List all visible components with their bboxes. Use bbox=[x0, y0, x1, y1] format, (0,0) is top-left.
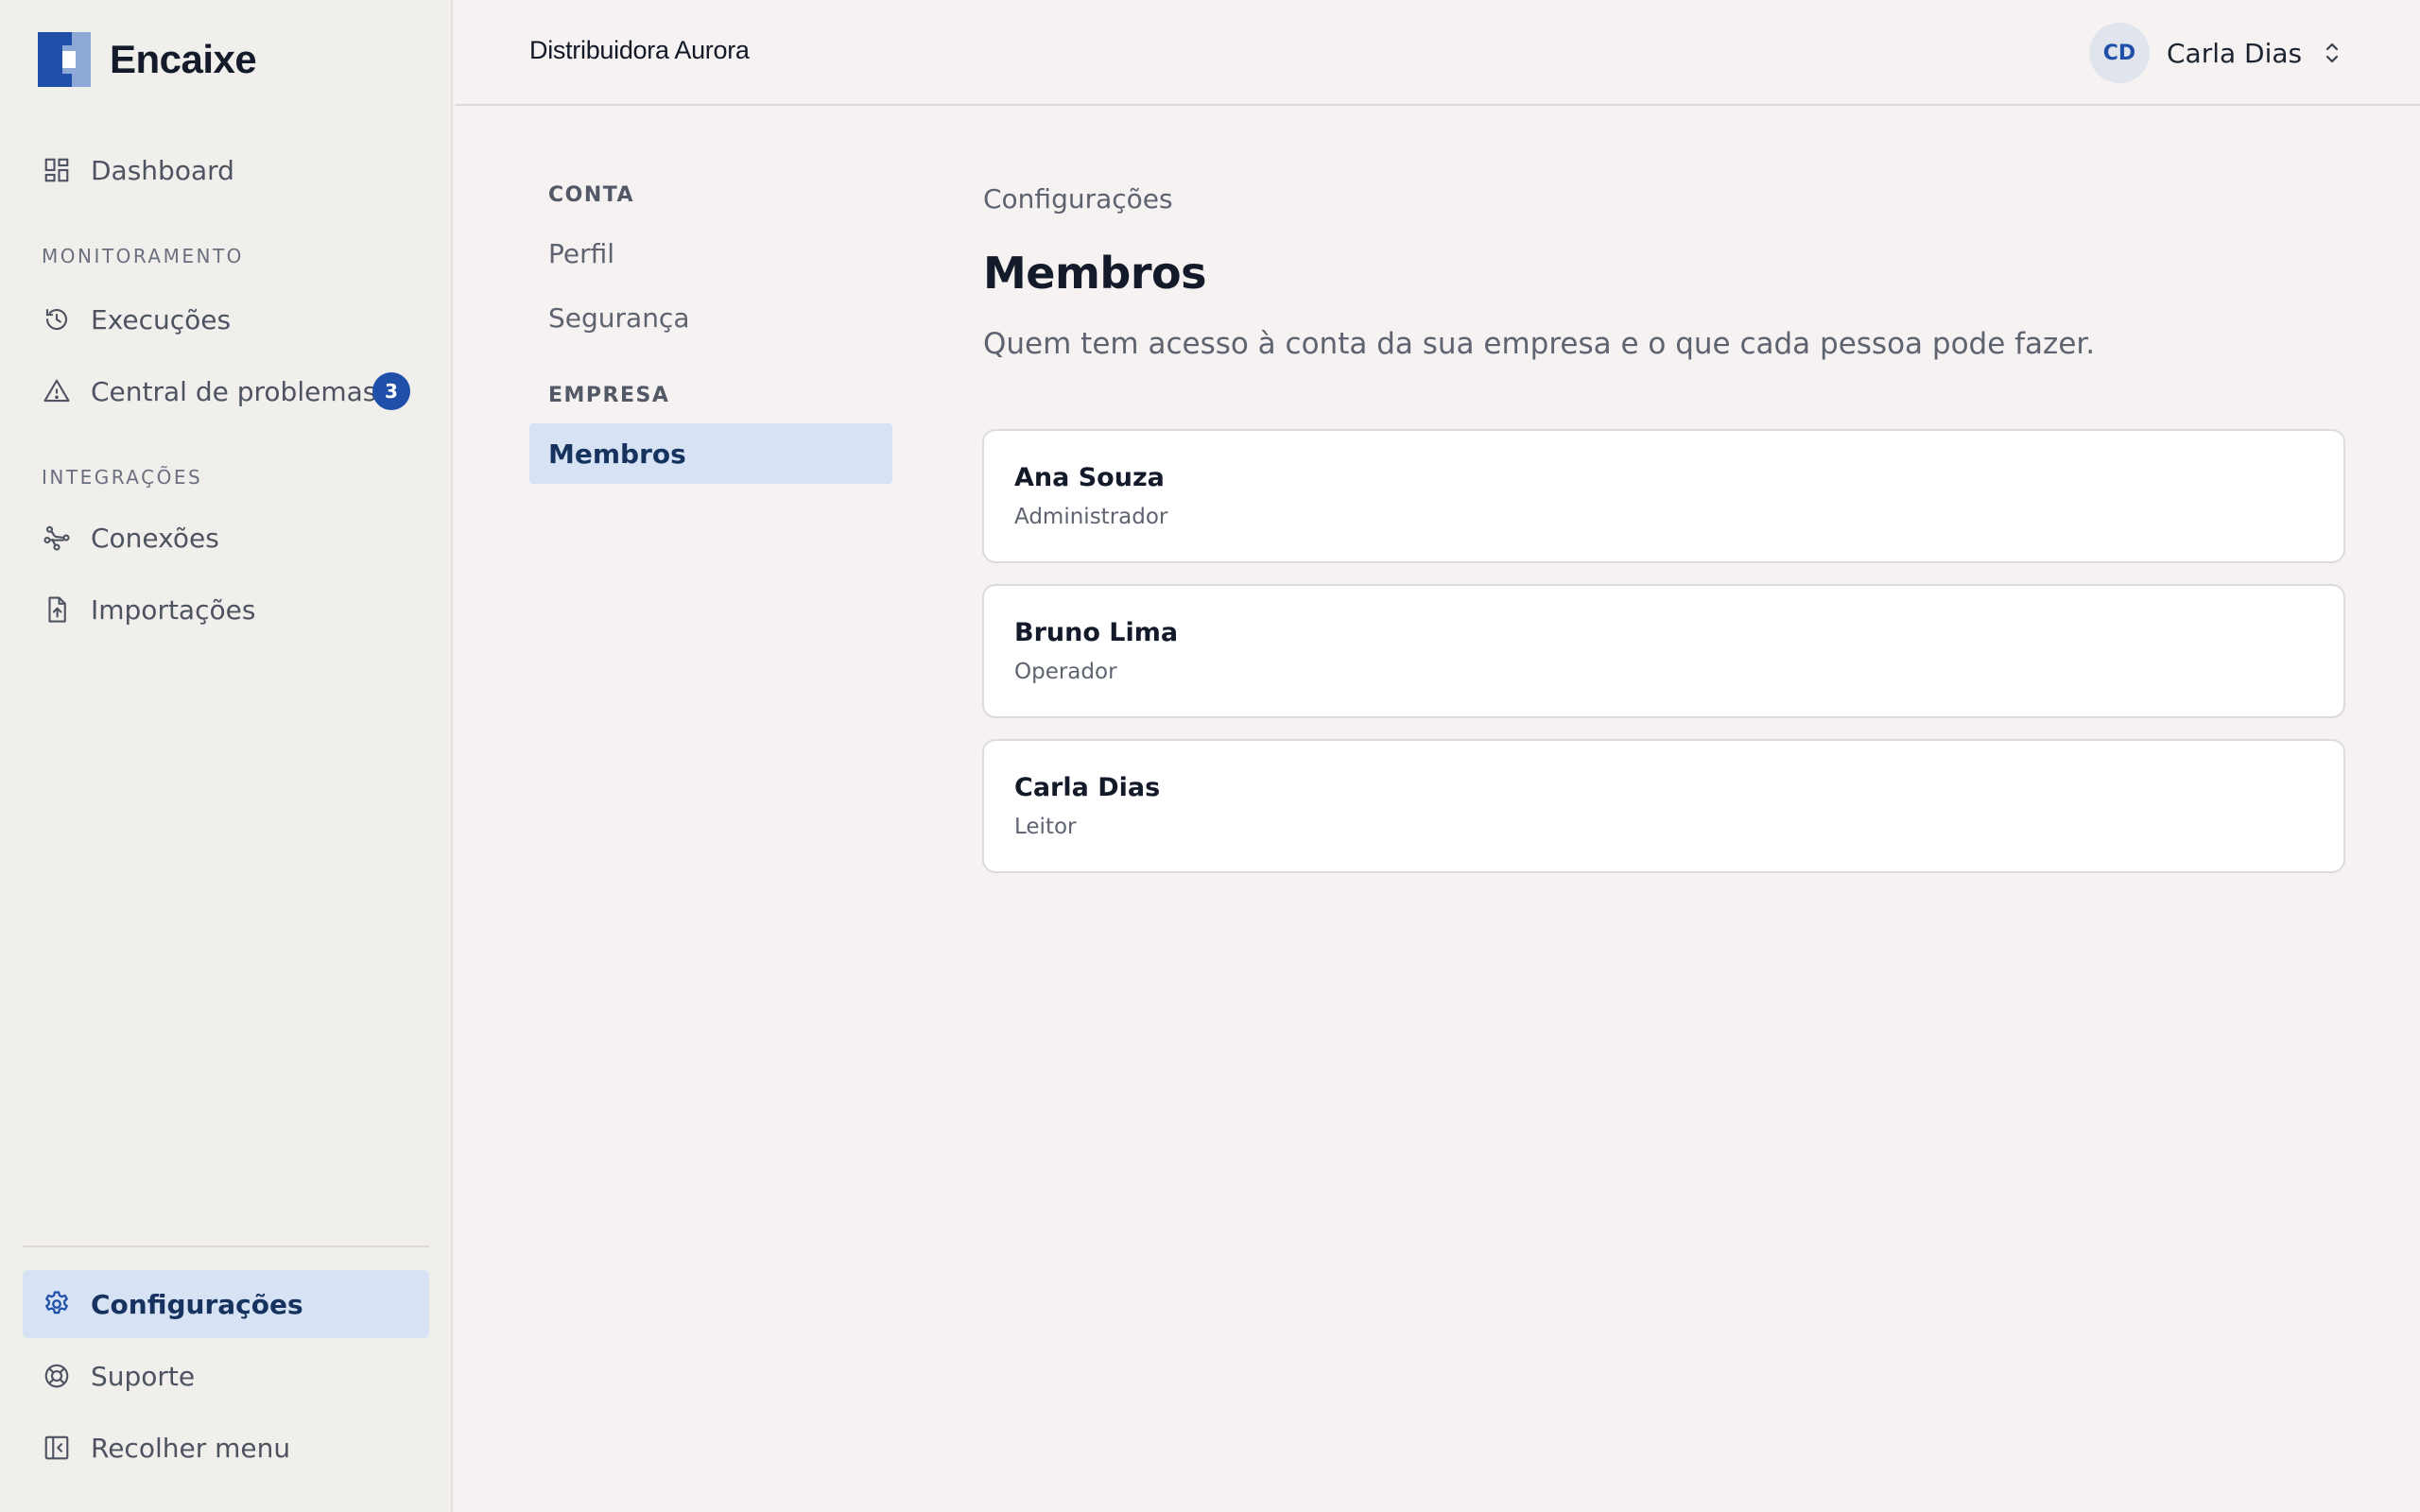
sidebar-divider bbox=[23, 1246, 429, 1247]
user-menu-button[interactable]: CD Carla Dias bbox=[2089, 23, 2343, 83]
sidebar-item-conexoes[interactable]: Conexões bbox=[23, 504, 429, 572]
settings-section-title: EMPRESA bbox=[548, 384, 670, 407]
avatar: CD bbox=[2089, 23, 2150, 83]
member-card[interactable]: Bruno Lima Operador bbox=[982, 584, 2345, 718]
dashboard-icon bbox=[42, 155, 72, 185]
sidebar-item-label: Configurações bbox=[91, 1288, 303, 1320]
sidebar-item-central-de-problemas[interactable]: Central de problemas 3 bbox=[23, 357, 429, 425]
brand-name: Encaixe bbox=[110, 37, 257, 81]
settings-item-seguranca[interactable]: Segurança bbox=[529, 287, 892, 348]
brand[interactable]: Encaixe bbox=[38, 32, 257, 87]
sidebar-section-title: MONITORAMENTO bbox=[42, 245, 244, 267]
settings-section-title: CONTA bbox=[548, 183, 635, 207]
page-subtitle: Quem tem acesso à conta da sua empresa e… bbox=[983, 327, 2096, 361]
organization-name: Distribuidora Aurora bbox=[529, 36, 750, 64]
user-name: Carla Dias bbox=[2167, 37, 2303, 69]
sidebar-item-label: Suporte bbox=[91, 1360, 196, 1392]
collapse-sidebar-icon bbox=[42, 1433, 72, 1463]
member-card[interactable]: Ana Souza Administrador bbox=[982, 429, 2345, 563]
chevron-up-down-icon bbox=[2321, 38, 2343, 68]
breadcrumb[interactable]: Configurações bbox=[983, 183, 1173, 215]
settings-item-membros[interactable]: Membros bbox=[529, 423, 892, 484]
lifebuoy-icon bbox=[42, 1361, 72, 1391]
member-name: Carla Dias bbox=[1014, 773, 1161, 802]
sidebar-section-title: INTEGRAÇÕES bbox=[42, 466, 203, 489]
encaixe-logo-icon bbox=[38, 32, 91, 87]
sidebar-item-dashboard[interactable]: Dashboard bbox=[23, 136, 429, 204]
settings-item-perfil[interactable]: Perfil bbox=[529, 223, 892, 284]
connection-icon bbox=[42, 523, 72, 553]
page-title: Membros bbox=[983, 248, 1207, 299]
member-name: Ana Souza bbox=[1014, 463, 1165, 492]
sidebar-item-label: Execuções bbox=[91, 303, 232, 335]
sidebar-item-label: Recolher menu bbox=[91, 1432, 291, 1464]
problems-count-badge: 3 bbox=[372, 372, 410, 410]
sidebar-item-importacoes[interactable]: Importações bbox=[23, 576, 429, 644]
sidebar-item-configuracoes[interactable]: Configurações bbox=[23, 1270, 429, 1338]
member-name: Bruno Lima bbox=[1014, 618, 1179, 647]
history-icon bbox=[42, 304, 72, 335]
gear-icon bbox=[42, 1289, 72, 1319]
sidebar-item-label: Central de problemas bbox=[91, 375, 377, 407]
sidebar-item-suporte[interactable]: Suporte bbox=[23, 1342, 429, 1410]
sidebar-item-execucoes[interactable]: Execuções bbox=[23, 285, 429, 353]
sidebar-item-label: Importações bbox=[91, 593, 256, 626]
file-upload-icon bbox=[42, 594, 72, 625]
sidebar-item-label: Conexões bbox=[91, 522, 219, 554]
alert-triangle-icon bbox=[42, 376, 72, 406]
sidebar: Encaixe Dashboard MONITORAMENTO Execuçõe… bbox=[0, 0, 453, 1512]
member-role: Operador bbox=[1014, 660, 1117, 684]
sidebar-item-label: Dashboard bbox=[91, 154, 234, 186]
member-role: Leitor bbox=[1014, 815, 1077, 839]
member-role: Administrador bbox=[1014, 505, 1168, 529]
member-card[interactable]: Carla Dias Leitor bbox=[982, 739, 2345, 873]
collapse-menu-button[interactable]: Recolher menu bbox=[23, 1414, 429, 1482]
